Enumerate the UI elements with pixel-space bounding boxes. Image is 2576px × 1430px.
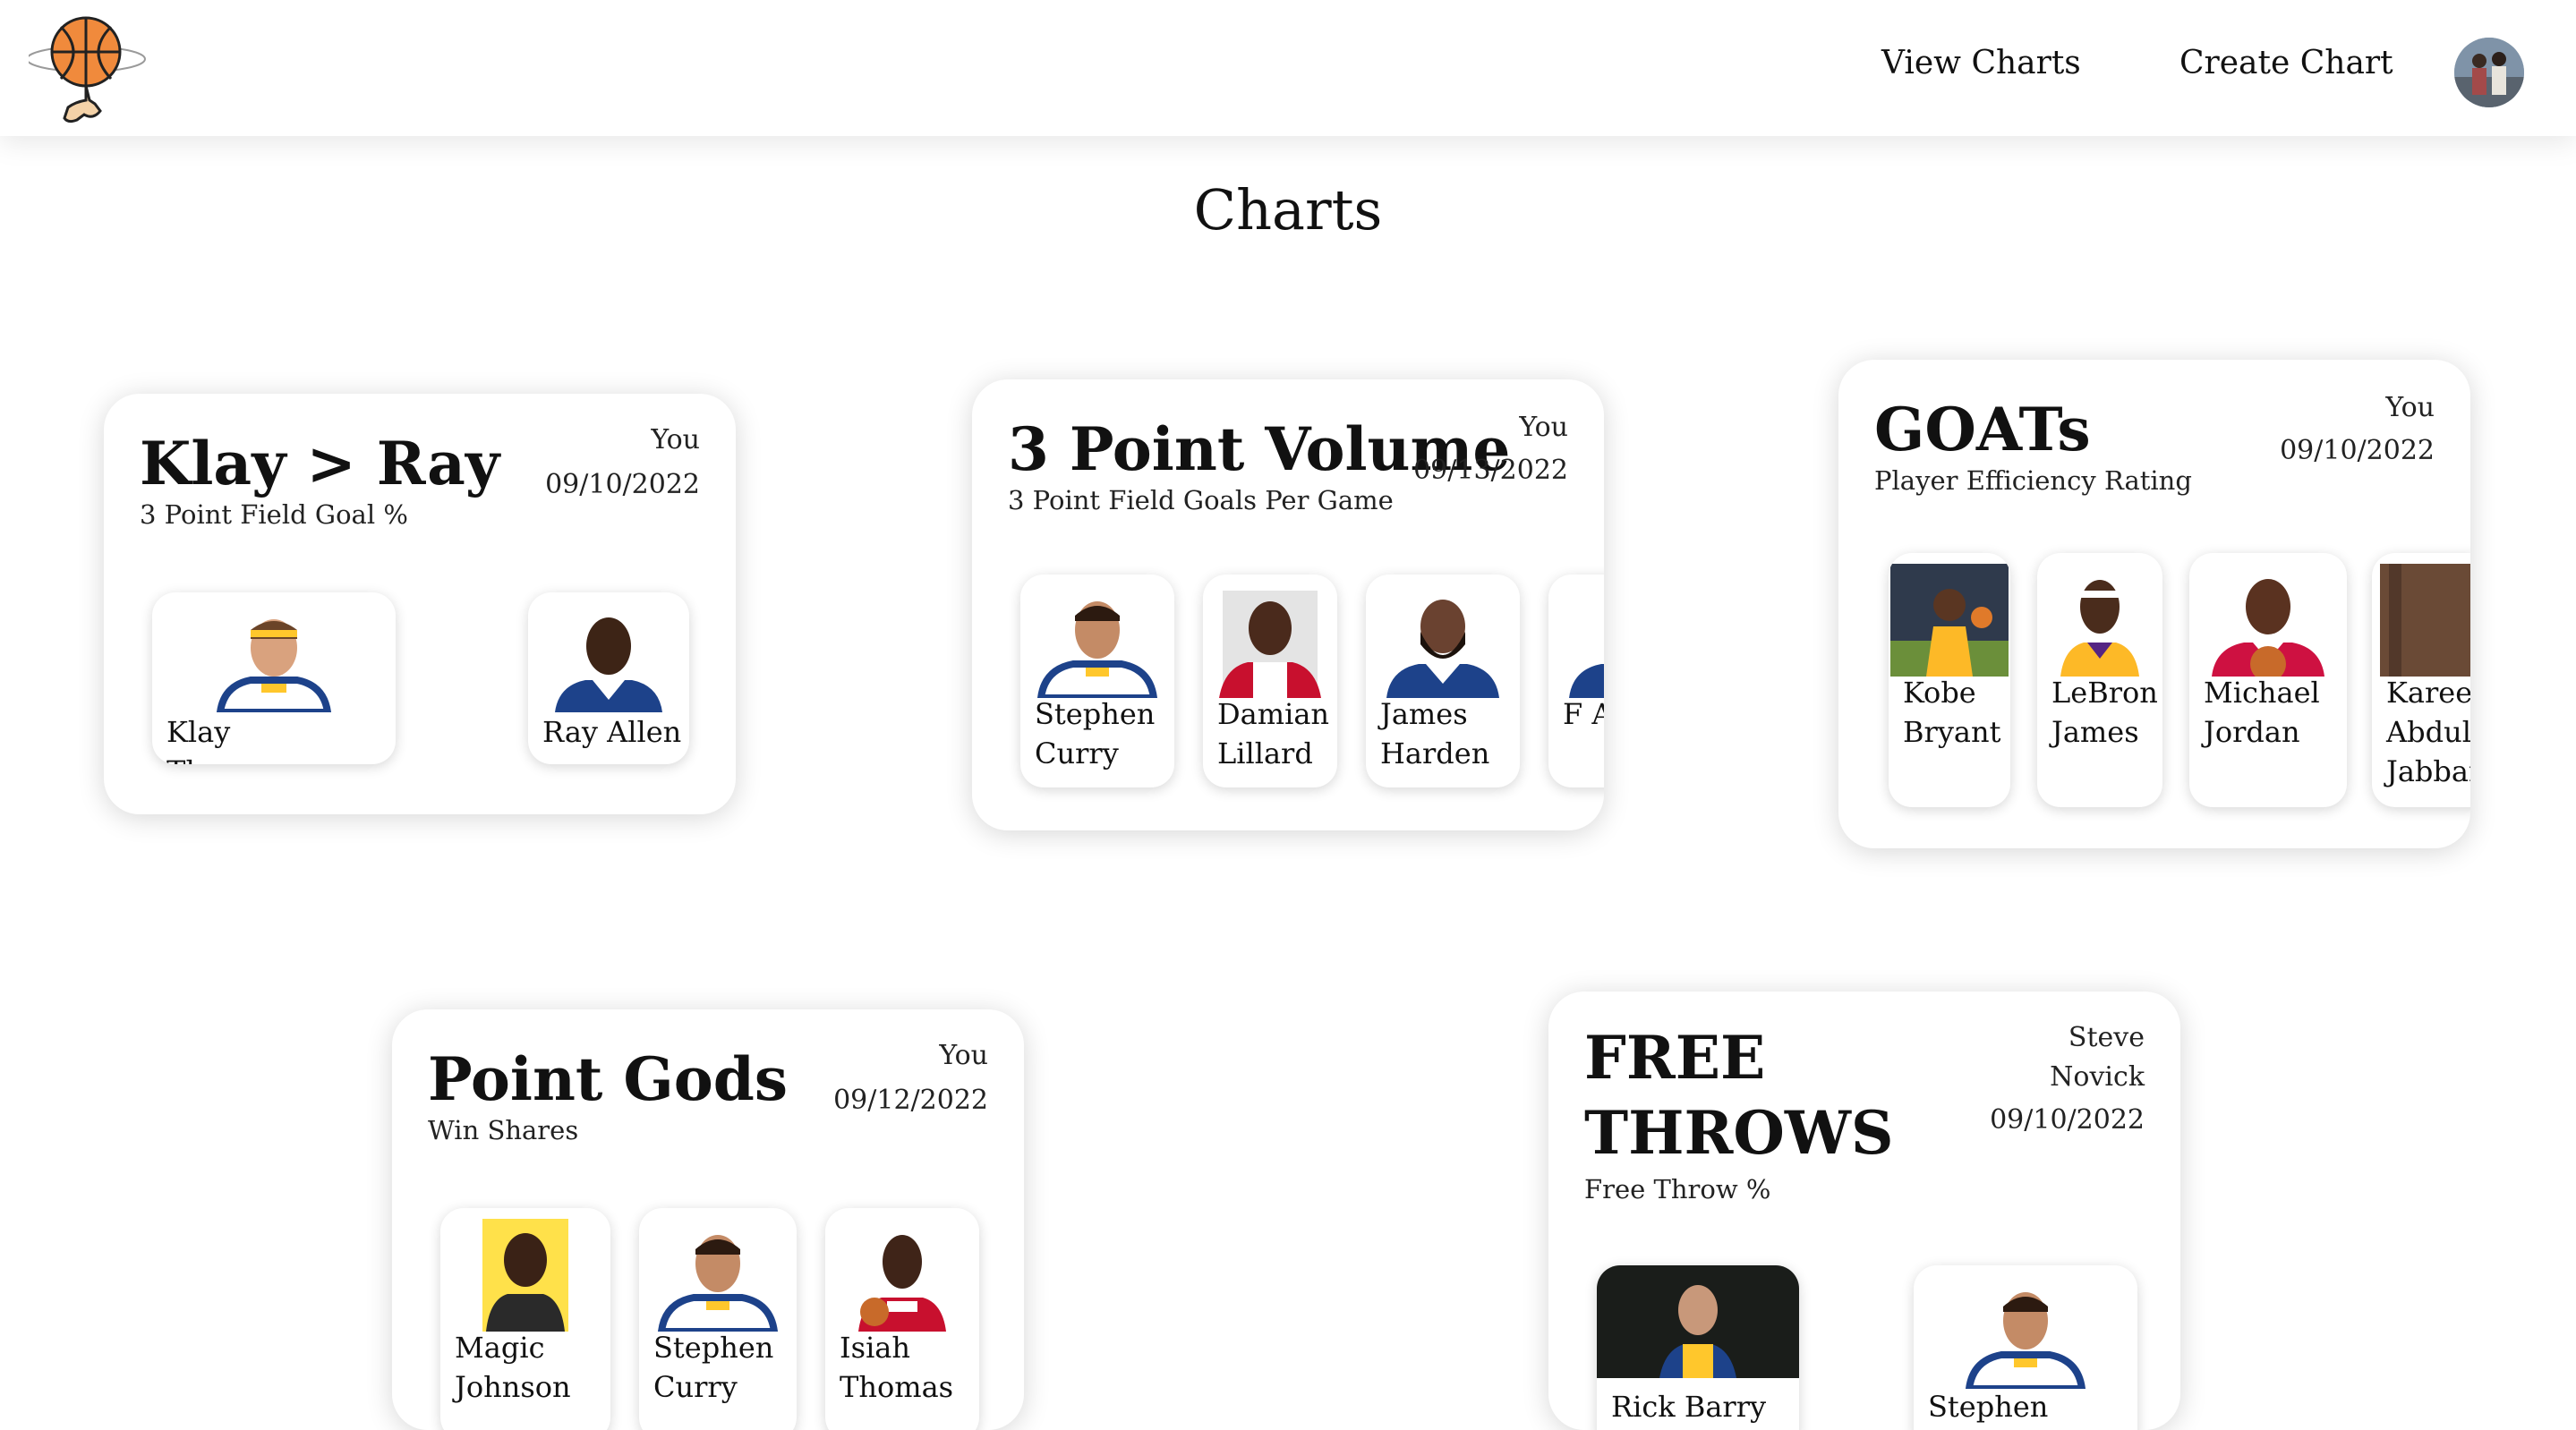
chart-title: GOATs xyxy=(1874,395,2091,464)
player-tile[interactable]: Kareem Abdul-Jabbar xyxy=(2372,553,2470,807)
player-tile[interactable]: LeBron James xyxy=(2037,553,2162,807)
player-tile[interactable]: Kobe Bryant xyxy=(1889,553,2010,807)
player-name: LeBron James xyxy=(2051,676,2158,750)
player-name: Stephen Curry xyxy=(1035,697,1156,771)
nav-create-chart-link[interactable]: Create Chart xyxy=(2179,45,2393,81)
nav-view-charts-link[interactable]: View Charts xyxy=(1881,45,2081,81)
chart-subtitle: Player Efficiency Rating xyxy=(1874,465,2192,496)
player-name: Kareem Abdul-Jabbar xyxy=(2386,676,2470,789)
player-tile[interactable]: Klay Thompson xyxy=(152,592,396,764)
player-tile[interactable]: Stephen Curry xyxy=(1914,1265,2137,1430)
player-tile[interactable]: Damian Lillard xyxy=(1203,575,1337,787)
player-photo xyxy=(211,603,337,712)
player-name: Ray Allen xyxy=(542,715,682,749)
page-title: Charts xyxy=(1193,177,1383,243)
player-photo xyxy=(1958,1276,2093,1389)
player-name: Stephen Curry xyxy=(653,1331,774,1405)
player-name: Stephen Curry xyxy=(1928,1390,2049,1430)
player-photo xyxy=(2380,564,2470,677)
chart-author: You xyxy=(1519,412,1568,443)
player-photo xyxy=(2057,564,2143,677)
player-photo xyxy=(482,1219,568,1332)
player-tile[interactable]: James Harden xyxy=(1366,575,1520,787)
chart-title: Klay > Ray xyxy=(140,429,500,498)
player-name: Klay Thompson xyxy=(166,715,317,764)
user-avatar[interactable] xyxy=(2454,38,2524,107)
player-tile[interactable]: F A xyxy=(1548,575,1604,787)
chart-card[interactable]: FREE THROWS Free Throw % Steve Novick 09… xyxy=(1548,992,2180,1430)
chart-title: FREE THROWS xyxy=(1584,1023,1894,1169)
player-name: Isiah Thomas xyxy=(840,1331,954,1405)
chart-card[interactable]: Klay > Ray 3 Point Field Goal % You 09/1… xyxy=(104,394,736,814)
player-name: F A xyxy=(1563,697,1604,731)
chart-card[interactable]: 3 Point Volume 3 Point Field Goals Per G… xyxy=(972,379,1604,830)
player-name: Kobe Bryant xyxy=(1903,676,2001,750)
player-photo xyxy=(1890,564,2009,677)
chart-date: 09/13/2022 xyxy=(1413,455,1568,486)
chart-subtitle: 3 Point Field Goals Per Game xyxy=(1008,485,1394,515)
chart-subtitle: 3 Point Field Goal % xyxy=(140,499,408,530)
player-name: James Harden xyxy=(1380,697,1490,771)
player-name: Michael Jordan xyxy=(2204,676,2320,750)
chart-card[interactable]: Point Gods Win Shares You 09/12/2022 Mag… xyxy=(392,1009,1024,1430)
player-photo xyxy=(1558,585,1604,698)
chart-date: 09/10/2022 xyxy=(1990,1104,2145,1136)
player-name: Damian Lillard xyxy=(1217,697,1329,771)
player-photo xyxy=(844,1219,960,1332)
chart-subtitle: Free Throw % xyxy=(1584,1174,1771,1204)
player-photo xyxy=(1376,585,1510,698)
player-tile[interactable]: Stephen Curry xyxy=(1020,575,1174,787)
chart-date: 09/10/2022 xyxy=(2280,435,2435,466)
chart-author: You xyxy=(939,1040,988,1071)
player-photo xyxy=(2201,564,2335,677)
player-tile[interactable]: Isiah Thomas xyxy=(825,1208,979,1430)
basketball-logo-icon[interactable] xyxy=(26,11,172,123)
top-nav: View Charts Create Chart xyxy=(0,0,2576,136)
chart-subtitle: Win Shares xyxy=(428,1115,579,1145)
player-tile[interactable]: Michael Jordan xyxy=(2189,553,2347,807)
chart-title: Point Gods xyxy=(428,1044,789,1114)
player-photo xyxy=(546,603,671,712)
chart-card[interactable]: GOATs Player Efficiency Rating You 09/10… xyxy=(1838,360,2470,848)
player-photo xyxy=(1597,1265,1799,1378)
player-name: Rick Barry xyxy=(1611,1390,1767,1424)
chart-date: 09/10/2022 xyxy=(545,469,700,500)
player-tile[interactable]: Stephen Curry xyxy=(639,1208,797,1430)
player-photo xyxy=(651,1219,785,1332)
player-photo xyxy=(1212,585,1328,698)
chart-author: You xyxy=(2385,392,2435,423)
player-name: Magic Johnson xyxy=(455,1331,571,1405)
player-photo xyxy=(1030,585,1164,698)
player-tile[interactable]: Rick Barry xyxy=(1597,1265,1799,1430)
chart-date: 09/12/2022 xyxy=(833,1085,988,1116)
chart-author: Steve Novick xyxy=(2050,1022,2145,1093)
player-tile[interactable]: Magic Johnson xyxy=(440,1208,610,1430)
chart-author: You xyxy=(651,424,700,455)
player-tile[interactable]: Ray Allen xyxy=(528,592,689,764)
